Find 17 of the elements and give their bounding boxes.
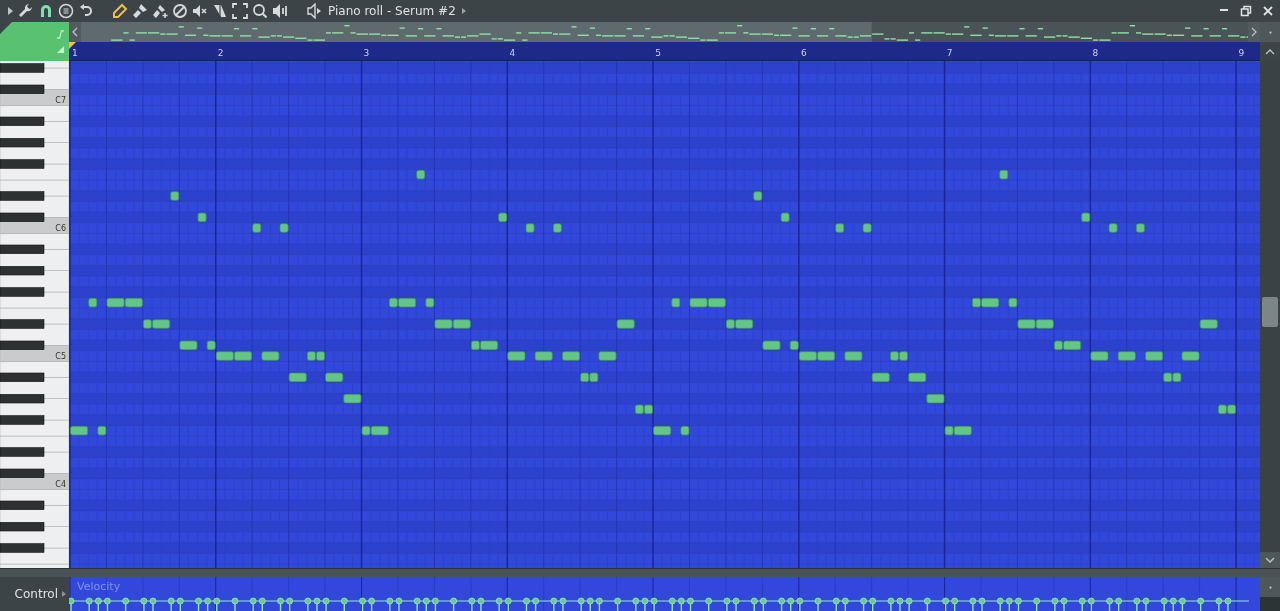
time-ruler[interactable]: 1 2 3 4 5 6 7 8 9 [69, 42, 1260, 61]
bar-number: 5 [655, 48, 661, 58]
window-title: Piano roll - Serum #2 [328, 4, 456, 18]
bar-number: 2 [217, 48, 224, 58]
bar-number: 8 [1092, 48, 1099, 58]
octave-label: C5 [55, 351, 66, 362]
bar-number: 9 [1238, 48, 1245, 58]
bar-number: 1 [72, 48, 78, 58]
parameter-label: Velocity [77, 580, 121, 593]
bar-number: 6 [801, 48, 807, 58]
octave-label: C6 [55, 223, 66, 234]
octave-label: C4 [55, 479, 66, 490]
control-label[interactable]: Control [14, 587, 58, 601]
octave-label: C7 [55, 95, 66, 106]
bar-number: 7 [946, 48, 953, 58]
bar-number: 3 [363, 48, 370, 58]
bar-number: 4 [509, 48, 516, 58]
